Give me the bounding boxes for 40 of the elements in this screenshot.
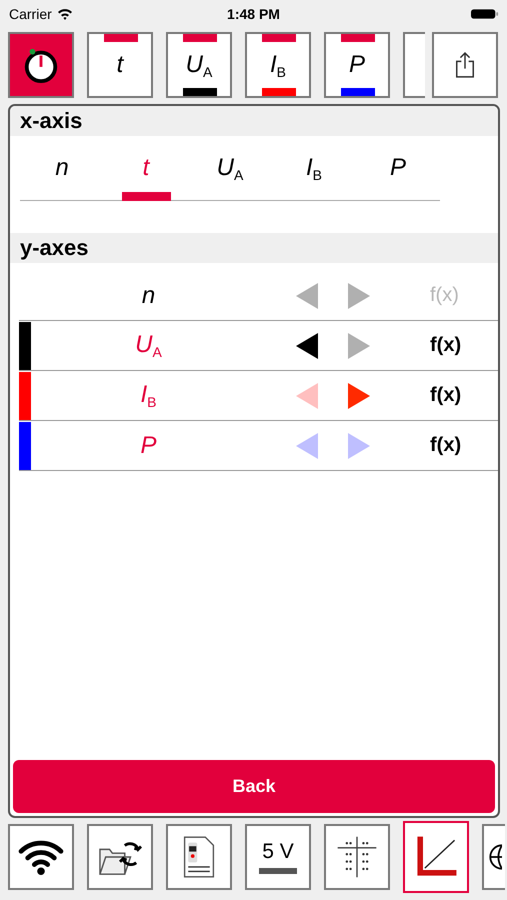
axis-tab[interactable]: I$_{B}$ bbox=[272, 136, 356, 200]
axis-tab[interactable]: n bbox=[20, 136, 104, 200]
channel-button[interactable]: I$_{B}$ bbox=[245, 32, 311, 98]
channel-symbol: I$_{B}$ bbox=[139, 381, 158, 410]
wifi-button[interactable] bbox=[8, 824, 74, 890]
section-header: y-axes bbox=[10, 233, 498, 263]
stopwatch-icon bbox=[22, 46, 60, 84]
clock-time: 1:48 PM bbox=[226, 6, 281, 22]
channel-button[interactable]: t bbox=[87, 32, 153, 98]
channel-symbol: P bbox=[139, 432, 158, 460]
share-button[interactable] bbox=[432, 32, 498, 98]
channel-button[interactable]: P bbox=[324, 32, 390, 98]
battery-icon bbox=[471, 8, 499, 20]
axis-tab[interactable]: U$_{A}$ bbox=[188, 136, 272, 200]
function-button[interactable]: f(x) bbox=[430, 434, 462, 457]
function-button[interactable]: f(x) bbox=[430, 384, 462, 407]
share-icon bbox=[454, 51, 476, 79]
grid-button[interactable] bbox=[324, 824, 390, 890]
folder-button[interactable] bbox=[87, 824, 153, 890]
document-button[interactable] bbox=[166, 824, 232, 890]
document-icon bbox=[181, 835, 217, 879]
wifi-icon bbox=[17, 838, 65, 876]
bar-icon bbox=[259, 868, 297, 874]
left-arrow-button[interactable] bbox=[296, 332, 318, 358]
function-button[interactable]: f(x) bbox=[430, 334, 462, 357]
channel-button[interactable] bbox=[403, 32, 425, 98]
axis-tab[interactable]: P bbox=[356, 136, 440, 200]
right-arrow-button[interactable] bbox=[348, 382, 370, 408]
channel-symbol: n bbox=[140, 282, 156, 310]
axis-tab[interactable]: t bbox=[104, 136, 188, 200]
carrier-label: Carrier bbox=[9, 6, 52, 22]
channel-button[interactable]: U$_{A}$ bbox=[166, 32, 232, 98]
voltage-button[interactable]: 5 V bbox=[245, 824, 311, 890]
section-header: x-axis bbox=[10, 106, 498, 136]
channel-symbol: U$_{A}$ bbox=[134, 331, 163, 360]
chart-button[interactable] bbox=[403, 821, 469, 893]
wifi-icon bbox=[56, 8, 73, 20]
back-button[interactable]: Back bbox=[13, 760, 495, 813]
stopwatch-button[interactable] bbox=[8, 32, 74, 98]
globe-button[interactable] bbox=[482, 824, 505, 890]
